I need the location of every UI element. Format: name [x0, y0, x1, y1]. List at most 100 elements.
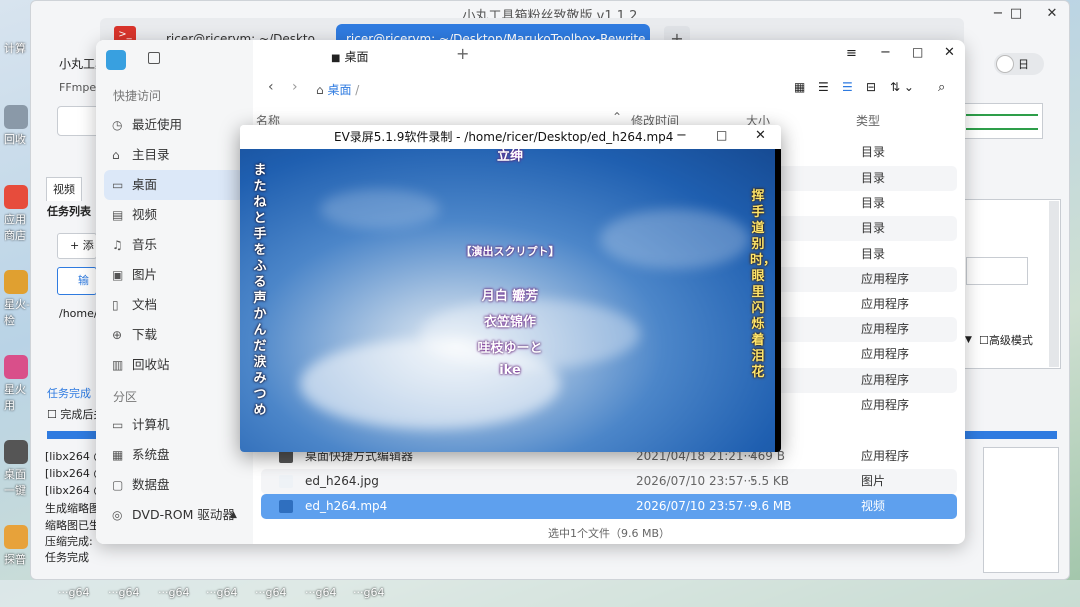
forward-icon[interactable]: › — [292, 79, 298, 95]
maximize-button[interactable]: □ — [716, 128, 727, 142]
film-icon: ▤ — [112, 208, 124, 222]
right-input[interactable] — [966, 257, 1028, 285]
video-player-window: EV录屏5.1.9软件录制 - /home/ricer/Desktop/ed_h… — [240, 125, 781, 452]
vertical-lyric-right: 挥手道别时，眼里闪烁着泪花 — [750, 189, 777, 380]
table-row[interactable]: ed_h264.jpg 2026/07/10 23:57··· 5.5 KB 图片 — [261, 469, 957, 494]
task-list-label: 任务列表 — [47, 205, 91, 218]
cloud — [320, 189, 440, 229]
close-button[interactable]: ✕ — [944, 45, 955, 60]
video-file-icon — [279, 500, 293, 513]
file-date: 2026/07/10 23:57··· — [636, 499, 756, 513]
close-button[interactable]: ✕ — [1035, 1, 1069, 27]
file-size: 9.6 MB — [750, 499, 792, 513]
taskbar-item[interactable]: ···g64 — [353, 586, 384, 599]
sidebar-item-label: 视频 — [132, 207, 158, 222]
trash-icon: ▥ — [112, 358, 124, 372]
maximize-button[interactable]: □ — [999, 1, 1033, 27]
status-bar: 选中1个文件（9.6 MB） — [548, 527, 671, 540]
advanced-mode-label: 高级模式 — [988, 334, 1033, 347]
breadcrumb[interactable]: ⌂ 桌面 / — [316, 81, 359, 98]
icon-view-icon[interactable]: ▦ — [794, 80, 805, 94]
file-manager-logo-icon — [106, 50, 126, 70]
sidebar-item-documents[interactable]: ▯ 文档 — [104, 290, 244, 320]
taskbar-item[interactable]: ···g64 — [206, 586, 237, 599]
menu-icon[interactable]: ≡ — [846, 46, 857, 61]
tab-video[interactable]: 视频 — [46, 177, 82, 201]
player-title: EV录屏5.1.9软件录制 - /home/ricer/Desktop/ed_h… — [240, 125, 781, 149]
toggle-knob — [996, 55, 1014, 73]
task-done-link[interactable]: 任务完成 — [47, 385, 91, 401]
taskbar-item[interactable]: ···g64 — [108, 586, 139, 599]
scrollbar[interactable] — [1049, 201, 1059, 367]
table-row-selected[interactable]: ed_h264.mp4 2026/07/10 23:57··· 9.6 MB 视频 — [261, 494, 957, 519]
file-type: 目录 — [861, 196, 886, 210]
store-icon — [4, 185, 28, 209]
desktop-app-icon — [4, 440, 28, 464]
sidebar: 快捷访问 ◷ 最近使用 ⌂ 主目录 ▭ 桌面 ▤ 视频 ♫ 音乐 ▣ 图片 ▯ 文档 ⊕ 下载 … — [96, 40, 253, 544]
progress-line-1 — [966, 114, 1038, 116]
file-type: 应用程序 — [861, 272, 910, 286]
tab-desktop[interactable]: ■ 桌面 — [331, 48, 368, 65]
file-type: 目录 — [861, 145, 886, 159]
back-icon[interactable]: ‹ — [268, 79, 274, 95]
sidebar-item-videos[interactable]: ▤ 视频 — [104, 200, 244, 230]
image-icon: ▣ — [112, 268, 124, 282]
sidebar-item-data-disk[interactable]: ▢ 数据盘 — [104, 470, 244, 500]
sidebar-item-desktop[interactable]: ▭ 桌面 — [104, 170, 244, 200]
image-file-icon — [279, 475, 293, 488]
search-icon[interactable]: ⌕ — [938, 80, 945, 95]
log-line: 压缩完成: — [45, 535, 93, 548]
taskbar-item[interactable]: ···g64 — [58, 586, 89, 599]
sidebar-item-label: DVD-ROM 驱动器 — [132, 507, 235, 522]
sidebar-item-label: 图片 — [132, 267, 158, 282]
theme-toggle[interactable]: 日 — [994, 53, 1044, 75]
eject-icon[interactable]: ▲ — [230, 500, 237, 530]
tab-folder-icon: ■ — [331, 53, 341, 64]
subtitle-line-4: ike — [499, 363, 521, 378]
detail-view-icon[interactable]: ☰ — [842, 80, 853, 94]
home-icon: ⌂ — [112, 148, 120, 162]
file-type: 目录 — [861, 221, 886, 235]
sidebar-item-downloads[interactable]: ⊕ 下载 — [104, 320, 244, 350]
taskbar-item[interactable]: ···g64 — [255, 586, 286, 599]
new-tab-button[interactable]: + — [456, 44, 469, 63]
advanced-mode-checkbox[interactable]: ☐高级模式 — [979, 332, 1033, 348]
maximize-button[interactable]: □ — [912, 45, 923, 59]
sidebar-item-label: 数据盘 — [132, 477, 170, 492]
taskbar-item[interactable]: ···g64 — [158, 586, 189, 599]
sidebar-item-home[interactable]: ⌂ 主目录 — [104, 140, 244, 170]
spark-icon — [4, 270, 28, 294]
preview-icon[interactable]: ⊟ — [866, 80, 876, 94]
sidebar-item-label: 桌面 — [132, 177, 158, 192]
sidebar-item-dvd[interactable]: ◎ DVD-ROM 驱动器 ▲ — [104, 500, 244, 530]
sidebar-item-music[interactable]: ♫ 音乐 — [104, 230, 244, 260]
sidebar-item-computer[interactable]: ▭ 计算机 — [104, 410, 244, 440]
dvd-icon: ◎ — [112, 508, 123, 522]
minimize-button[interactable]: − — [880, 45, 891, 60]
minimize-button[interactable]: − — [676, 128, 687, 143]
disk-icon: ▦ — [112, 448, 124, 462]
progress-box — [961, 103, 1043, 139]
dropdown-arrow[interactable]: ▼ — [965, 329, 975, 351]
log-panel — [983, 447, 1059, 573]
sidebar-item-trash[interactable]: ▥ 回收站 — [104, 350, 244, 380]
sidebar-item-recent[interactable]: ◷ 最近使用 — [104, 110, 244, 140]
log-line: 任务完成 — [45, 551, 89, 564]
close-button[interactable]: ✕ — [755, 128, 766, 143]
column-header-type[interactable]: 类型 — [856, 112, 880, 129]
list-view-icon[interactable]: ☰ — [818, 80, 829, 94]
sort-icon[interactable]: ⇅ ⌄ — [890, 80, 914, 94]
video-frame[interactable]: 立绅 【演出スクリプト】 月白 瓣芳 衣笠锦作 哇枝ゆーと ike またねと手を… — [240, 149, 781, 452]
sidebar-item-system-disk[interactable]: ▦ 系统盘 — [104, 440, 244, 470]
clock-icon: ◷ — [112, 118, 123, 132]
file-date: 2026/07/10 23:57··· — [636, 474, 756, 488]
download-icon: ⊕ — [112, 328, 123, 342]
sidebar-item-pictures[interactable]: ▣ 图片 — [104, 260, 244, 290]
sidebar-toggle-icon[interactable] — [148, 52, 160, 64]
log-line: 缩略图已生 — [45, 519, 100, 532]
add-task-button[interactable]: + 添 — [57, 233, 97, 259]
taskbar-item[interactable]: ···g64 — [305, 586, 336, 599]
cloud — [600, 209, 750, 269]
output-button[interactable]: 输出 — [57, 267, 97, 295]
file-type: 应用程序 — [861, 297, 910, 311]
